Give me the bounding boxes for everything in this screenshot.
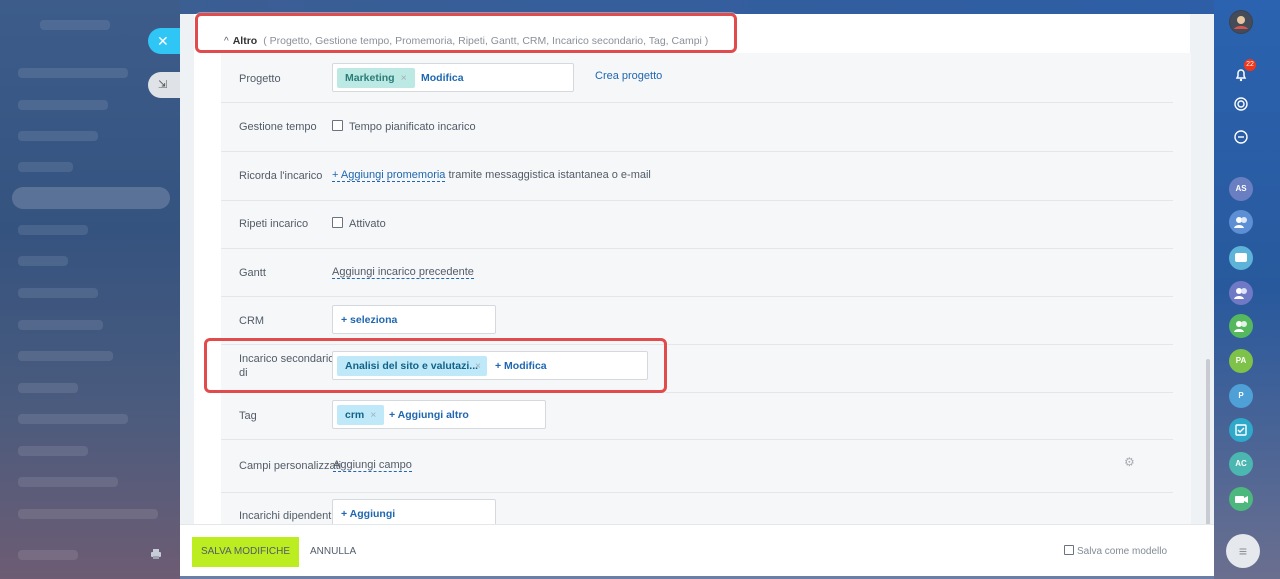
scrollbar[interactable] [1206, 359, 1210, 549]
blurred-item [18, 383, 78, 393]
blurred-item [18, 320, 103, 330]
field-row-gantt: Gantt Aggiungi incarico precedente [221, 248, 1173, 297]
altro-fields: Progetto Marketing × Modifica Crea proget… [221, 53, 1191, 528]
checkbox-label: Salva come modello [1077, 546, 1168, 557]
create-project-link[interactable]: Crea progetto [595, 70, 662, 82]
field-row-ricorda: Ricorda l'incarico + Aggiungi promemoria… [221, 151, 1173, 201]
field-row-ripeti: Ripeti incarico Attivato [221, 200, 1173, 249]
collapse-icon: ⇲ [158, 79, 168, 91]
field-label: Campi personalizzati [239, 460, 342, 472]
planned-time-checkbox[interactable]: Tempo pianificato incarico [332, 120, 476, 133]
add-field-link[interactable]: Aggiungi campo [333, 459, 412, 472]
add-reminder-link[interactable]: + Aggiungi promemoria [332, 169, 446, 182]
field-row-gestione-tempo: Gestione tempo Tempo pianificato incaric… [221, 102, 1173, 152]
field-row-dipendenti: Incarichi dipendenti + Aggiungi [221, 492, 1173, 528]
field-label: Ripeti incarico [239, 218, 309, 230]
blurred-item [18, 446, 88, 456]
cancel-button[interactable]: ANNULLA [310, 537, 356, 567]
field-label: Ricorda l'incarico [239, 170, 323, 182]
repeat-checkbox[interactable]: Attivato [332, 217, 386, 230]
video-call-icon[interactable] [1229, 487, 1253, 511]
checkbox-icon [332, 120, 343, 131]
gear-icon[interactable]: ⚙ [1124, 455, 1135, 469]
chat-icon[interactable] [1229, 246, 1253, 270]
task-form-card: ^ Altro( Progetto, Gestione tempo, Promem… [194, 14, 1191, 528]
blurred-item [18, 225, 88, 235]
project-chip-label: Marketing [345, 72, 395, 84]
group-chat-icon[interactable] [1229, 210, 1253, 234]
blurred-item [18, 550, 78, 560]
field-label: Progetto [239, 73, 281, 85]
close-panel-button[interactable]: ✕ [148, 28, 180, 54]
reminder-text: + Aggiungi promemoria tramite messaggist… [332, 169, 651, 182]
search-chat-icon[interactable] [1229, 125, 1253, 149]
reminder-suffix: tramite messaggistica istantanea o e-mai… [445, 169, 651, 181]
blurred-item [18, 100, 108, 110]
field-label: Incarichi dipendenti [239, 510, 334, 522]
blurred-item [18, 351, 113, 361]
group-chat-icon[interactable] [1229, 314, 1253, 338]
field-label: Gestione tempo [239, 121, 317, 133]
blurred-item [18, 256, 68, 266]
add-tag-link[interactable]: + Aggiungi altro [389, 409, 469, 421]
checkbox-icon [1064, 545, 1074, 555]
add-dependent-link[interactable]: + Aggiungi [341, 508, 395, 520]
blurred-item [18, 131, 98, 141]
highlight-parent-task [204, 338, 667, 393]
field-row-progetto: Progetto Marketing × Modifica Crea proget… [221, 53, 1173, 103]
save-button[interactable]: SALVA MODIFICHE [192, 537, 299, 567]
avatar-as[interactable]: AS [1229, 177, 1253, 201]
project-edit-link[interactable]: Modifica [421, 72, 464, 84]
tag-chip-label: crm [345, 409, 365, 421]
field-label: Gantt [239, 267, 266, 279]
avatar-ac[interactable]: AC [1229, 452, 1253, 476]
blurred-item [18, 509, 158, 519]
close-icon: ✕ [157, 33, 169, 49]
blurred-item [18, 414, 128, 424]
avatar-p[interactable]: P [1229, 384, 1253, 408]
collapse-panel-button[interactable]: ⇲ [148, 72, 180, 98]
save-as-template-checkbox[interactable]: Salva come modello [1064, 545, 1167, 557]
checkbox-label: Tempo pianificato incarico [349, 121, 476, 133]
background-header [180, 0, 1220, 14]
crm-selector[interactable]: + seleziona [332, 305, 496, 334]
add-predecessor-link[interactable]: Aggiungi incarico precedente [332, 266, 474, 279]
avatar-pa[interactable]: PA [1229, 349, 1253, 373]
notification-badge: 22 [1244, 59, 1256, 71]
blurred-item [18, 477, 118, 487]
group-chat-icon[interactable] [1229, 281, 1253, 305]
pulse-icon[interactable] [1229, 92, 1253, 116]
checkbox-label: Attivato [349, 218, 386, 230]
blurred-item [40, 20, 110, 30]
field-label: CRM [239, 315, 265, 327]
task-icon[interactable] [1229, 418, 1253, 442]
checkbox-icon [332, 217, 343, 228]
project-selector[interactable]: Marketing × Modifica [332, 63, 574, 92]
print-icon[interactable] [150, 548, 162, 563]
project-chip[interactable]: Marketing × [337, 68, 415, 88]
tag-selector[interactable]: crm × + Aggiungi altro [332, 400, 546, 429]
remove-icon[interactable]: × [370, 409, 376, 421]
menu-icon[interactable]: ≡ [1226, 534, 1260, 568]
tag-chip[interactable]: crm × [337, 405, 385, 425]
field-row-tag: Tag crm × + Aggiungi altro [221, 392, 1173, 440]
remove-icon[interactable]: × [401, 72, 407, 84]
footer-bar: SALVA MODIFICHE ANNULLA Salva come model… [180, 524, 1214, 576]
task-edit-panel: ^ Altro( Progetto, Gestione tempo, Promem… [180, 14, 1214, 576]
blurred-item [18, 68, 128, 78]
blurred-item [18, 288, 98, 298]
highlight-altro [195, 13, 737, 53]
blurred-item [18, 162, 73, 172]
field-row-campi: Campi personalizzati Aggiungi campo ⚙ [221, 439, 1173, 493]
crm-select-link[interactable]: + seleziona [341, 314, 397, 326]
user-avatar[interactable] [1229, 10, 1253, 34]
field-label: Tag [239, 410, 257, 422]
blurred-item [12, 187, 170, 209]
